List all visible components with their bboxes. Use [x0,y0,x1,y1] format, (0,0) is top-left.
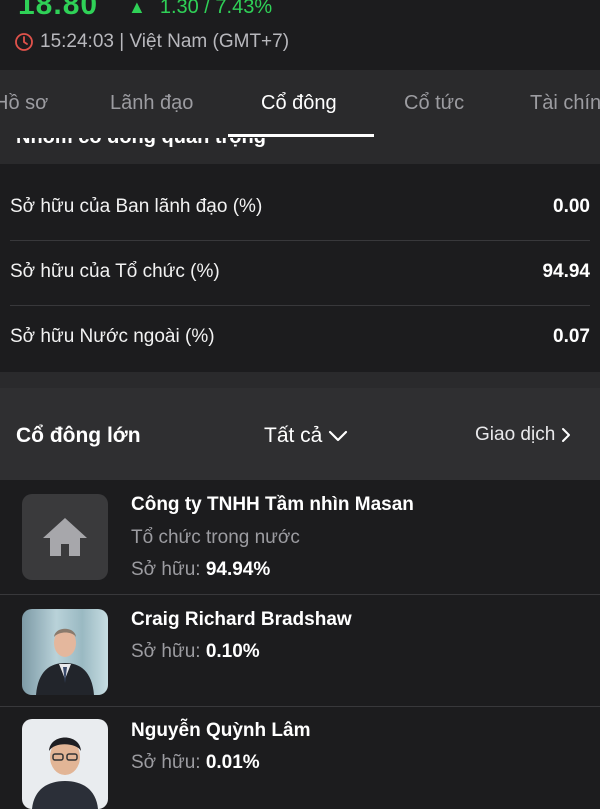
price: 18.80 [18,0,99,21]
chevron-right-icon [562,428,571,442]
timestamp-text: 15:24:03 | Việt Nam (GMT+7) [40,31,290,52]
stat-label: Sở hữu của Ban lãnh đạo (%) [10,196,263,217]
tab-profile[interactable]: Hồ sơ [0,92,48,115]
tab-leadership[interactable]: Lãnh đạo [110,92,193,115]
ownership-label: Sở hữu: [131,752,201,773]
tab-finance[interactable]: Tài chính [530,92,600,115]
transactions-link[interactable]: Giao dịch [475,424,571,446]
transactions-label: Giao dịch [475,424,556,445]
stat-row: Sở hữu của Ban lãnh đạo (%) 0.00 [0,176,600,241]
shareholder-ownership: Sở hữu: 0.10% [131,641,260,663]
active-tab-indicator [228,134,374,137]
filter-dropdown[interactable]: Tất cả [264,424,348,448]
section-heading-text: Nhóm cổ đông quan trọng [16,138,266,149]
avatar [22,609,108,695]
timestamp: 15:24:03 | Việt Nam (GMT+7) [14,30,289,54]
shareholder-ownership: Sở hữu: 94.94% [131,559,270,581]
chevron-down-icon [329,430,348,442]
shareholder-name: Công ty TNHH Tầm nhìn Masan [131,494,414,515]
major-shareholders-header: Cổ đông lớn Tất cả Giao dịch [0,388,600,480]
organization-avatar [22,494,108,580]
section-separator [0,372,600,388]
ownership-label: Sở hữu: [131,559,201,580]
tab-dividends[interactable]: Cổ tức [404,92,464,115]
ownership-value: 0.01% [205,752,260,773]
stat-value: 0.07 [553,326,590,347]
divider [0,706,600,707]
major-shareholders-title: Cổ đông lớn [16,424,141,447]
clock-icon [15,33,33,51]
shareholder-type: Tổ chức trong nước [131,527,300,548]
person-photo [32,737,98,809]
stat-label: Sở hữu Nước ngoài (%) [10,326,215,347]
price-change-value: 1.30 / 7.43% [159,0,273,18]
stat-row: Sở hữu Nước ngoài (%) 0.07 [0,306,600,371]
shareholder-list: Công ty TNHH Tầm nhìn Masan Tổ chức tron… [0,480,600,809]
stat-value: 94.94 [542,261,590,282]
ownership-value: 94.94% [205,559,271,580]
shareholder-name: Nguyễn Quỳnh Lâm [131,720,311,741]
home-icon [43,518,87,556]
ticker-header: 18.80 ▲ 1.30 / 7.43% 15:24:03 | Việt Nam … [0,0,600,70]
price-change: ▲ 1.30 / 7.43% [128,0,272,19]
shareholder-ownership: Sở hữu: 0.01% [131,752,260,774]
ownership-label: Sở hữu: [131,641,201,662]
shareholder-name: Craig Richard Bradshaw [131,609,352,630]
tab-shareholders[interactable]: Cổ đông [261,92,337,115]
stat-value: 0.00 [553,196,590,217]
ownership-value: 0.10% [205,641,260,662]
section-heading: Nhóm cổ đông quan trọng [0,138,600,164]
stat-label: Sở hữu của Tổ chức (%) [10,261,220,282]
avatar [22,719,108,809]
divider [0,594,600,595]
up-arrow-icon: ▲ [128,0,146,17]
tab-bar: Hồ sơ Lãnh đạo Cổ đông Cổ tức Tài chính [0,70,600,138]
stat-row: Sở hữu của Tổ chức (%) 94.94 [0,241,600,306]
person-photo [36,628,94,695]
ownership-stats: Sở hữu của Ban lãnh đạo (%) 0.00 Sở hữu … [0,164,600,372]
filter-label: Tất cả [264,424,323,447]
